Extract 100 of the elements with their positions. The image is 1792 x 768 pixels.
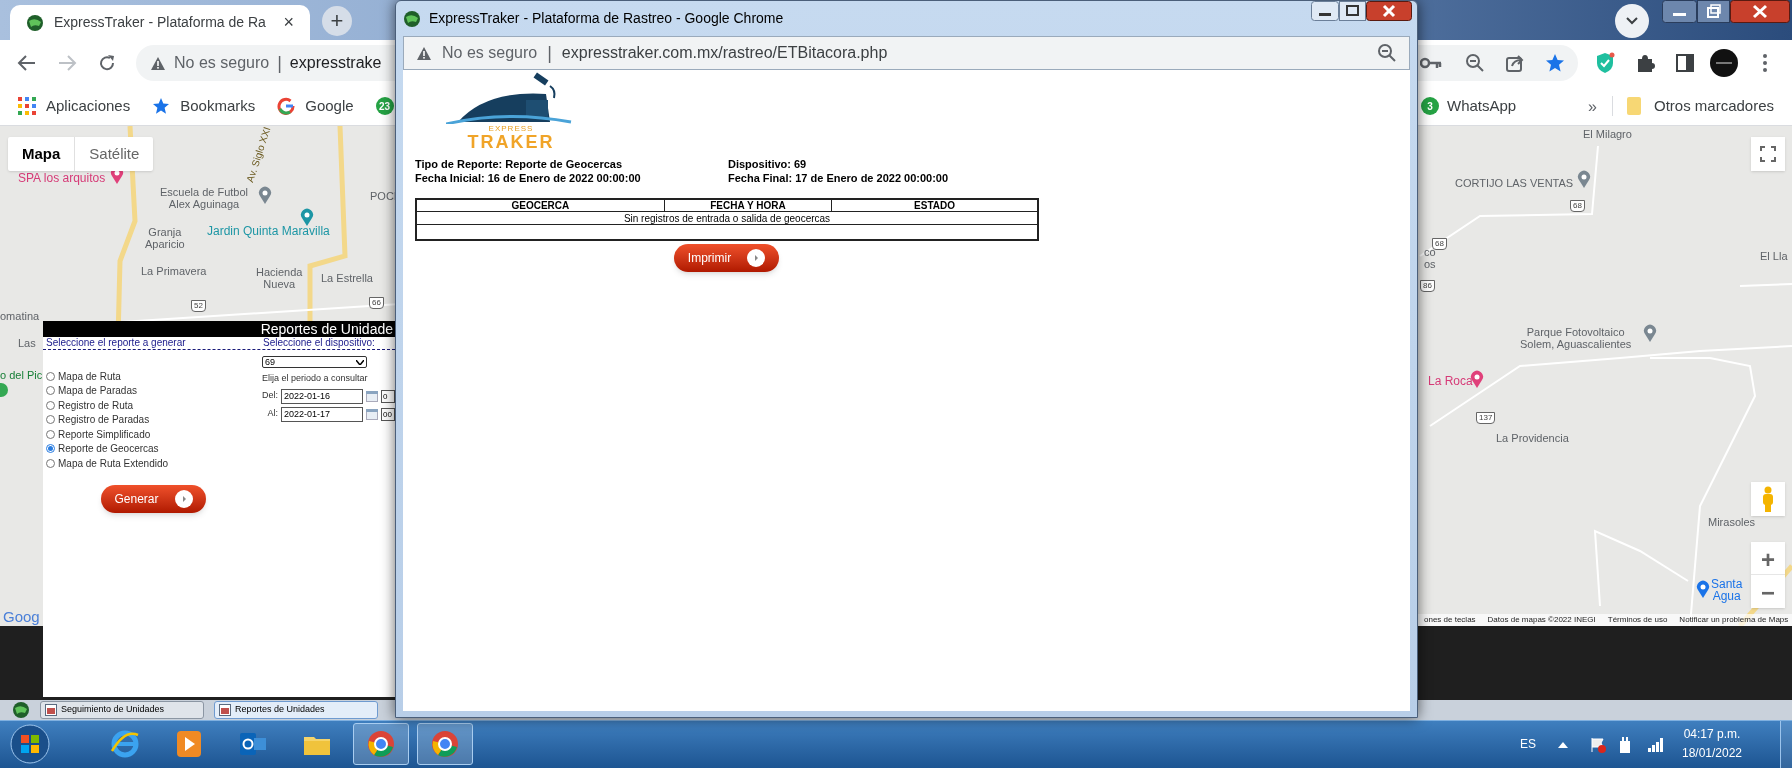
- map-label: Santa Agua: [1711, 578, 1743, 602]
- star-icon: [152, 97, 171, 115]
- radio-button[interactable]: [46, 400, 55, 410]
- minimized-window[interactable]: Seguimiento de Unidades: [40, 701, 204, 719]
- report-option[interactable]: Mapa de Ruta Extendido: [46, 456, 260, 471]
- map-label: Escuela de Futbol Alex Aguinaga: [160, 186, 249, 210]
- map-pin-icon: [1696, 580, 1710, 598]
- minimized-window[interactable]: Reportes de Unidades: [214, 701, 378, 719]
- chevron-down-icon: [356, 359, 364, 365]
- reload-icon[interactable]: [97, 53, 117, 73]
- zoom-out-icon[interactable]: [1377, 43, 1397, 63]
- report-option[interactable]: Reporte Simplificado: [46, 427, 260, 442]
- more-bookmarks-button[interactable]: »: [1588, 95, 1597, 119]
- close-icon[interactable]: [1366, 1, 1412, 21]
- date-field[interactable]: 2022-01-17: [281, 406, 363, 422]
- side-panel-icon[interactable]: [1675, 53, 1695, 73]
- generate-button[interactable]: Generar: [101, 484, 206, 513]
- share-icon[interactable]: [1505, 53, 1525, 73]
- attribution-link[interactable]: Términos de uso: [1601, 614, 1674, 626]
- print-button[interactable]: Imprimir: [674, 243, 779, 272]
- more-menu-icon[interactable]: [1762, 53, 1768, 73]
- route-shield: 137: [1476, 412, 1496, 424]
- window-title: ExpressTraker - Plataforma de Rastreo - Google Chrome: [429, 9, 784, 28]
- map-pin-icon: [1577, 170, 1591, 188]
- map-label: El Milagro: [1583, 128, 1632, 140]
- bookmark[interactable]: Aplicaciones: [18, 94, 131, 118]
- map-type-button[interactable]: Satélite: [75, 137, 154, 171]
- star-icon[interactable]: [1545, 53, 1565, 73]
- chevron-down-icon: [1626, 17, 1638, 25]
- maximize-icon[interactable]: [1339, 1, 1366, 21]
- report-option[interactable]: Reporte de Geocercas: [46, 441, 260, 456]
- notification-badge: 23: [375, 97, 394, 115]
- tab-title: ExpressTraker - Plataforma de Ra: [54, 13, 267, 32]
- close-icon: [1730, 0, 1790, 23]
- tab-search-button[interactable]: [1615, 4, 1649, 38]
- map-label: SPA los arquitos: [18, 172, 106, 184]
- device-select[interactable]: 69: [262, 356, 367, 368]
- start-orb-icon[interactable]: [10, 724, 50, 764]
- section-heading: Seleccione el dispositivo:: [263, 337, 375, 349]
- browser-tab[interactable]: ExpressTraker - Plataforma de Ra ×: [10, 5, 310, 40]
- url-text: expresstraker.com.mx/rastreo/ETBitacora.php: [561, 43, 888, 63]
- map-label: La Providencia: [1496, 432, 1569, 444]
- zoom-out-icon[interactable]: [1465, 53, 1485, 73]
- radio-button[interactable]: [46, 386, 55, 396]
- clock-date: 18/01/2022: [1681, 745, 1743, 762]
- tab-close-button[interactable]: ×: [283, 9, 294, 36]
- taskbar-app-button[interactable]: [353, 723, 409, 765]
- route-shield: 86: [1420, 280, 1435, 292]
- attribution-link[interactable]: Datos de mapas ©2022 INEGI: [1481, 614, 1602, 626]
- signal-bars-icon[interactable]: [1648, 738, 1664, 752]
- map-type-button[interactable]: Mapa: [8, 137, 76, 171]
- zoom-out-button[interactable]: −: [1751, 575, 1785, 608]
- time-field[interactable]: 0: [381, 389, 395, 403]
- period-label: Elija el periodo a consultar: [262, 372, 369, 385]
- bookmark[interactable]: Bookmarks: [152, 94, 256, 118]
- language-indicator[interactable]: ES: [1520, 735, 1536, 753]
- minimize-icon[interactable]: [1311, 1, 1339, 21]
- radio-button[interactable]: [46, 415, 55, 425]
- shield-icon[interactable]: [1595, 52, 1615, 74]
- google-g-icon: [277, 97, 296, 115]
- clock-time: 04:17 p.m.: [1683, 726, 1741, 743]
- time-field[interactable]: 00: [381, 407, 395, 421]
- caret-up-icon[interactable]: [1558, 742, 1568, 748]
- radio-button[interactable]: [46, 371, 55, 381]
- key-icon[interactable]: [1420, 57, 1442, 69]
- radio-button[interactable]: [46, 429, 55, 439]
- flag-icon[interactable]: [1590, 737, 1606, 753]
- report-option[interactable]: Mapa de Paradas: [46, 383, 260, 398]
- map-label: Av. Siglo XXI: [244, 126, 274, 184]
- map-pin-icon: [1643, 324, 1657, 342]
- map-pin-icon: [258, 186, 272, 204]
- taskbar-app-button[interactable]: [417, 723, 473, 765]
- bookmark[interactable]: Google: [277, 94, 354, 118]
- logo-text: TRAKER: [467, 133, 555, 151]
- radio-button[interactable]: [46, 444, 55, 454]
- bookmark[interactable]: WhatsApp: [1447, 94, 1517, 118]
- report-option[interactable]: Registro de Ruta: [46, 398, 260, 413]
- warning-icon: [416, 45, 432, 61]
- browser-circle-icon: [430, 729, 460, 759]
- report-option[interactable]: Mapa de Ruta: [46, 369, 260, 384]
- date-field[interactable]: 2022-01-16: [281, 388, 363, 404]
- attribution-link[interactable]: Notificar un problema de Maps: [1673, 614, 1792, 626]
- apps-grid-icon: [18, 97, 36, 115]
- restore-icon: [1697, 0, 1730, 23]
- fullscreen-button[interactable]: [1751, 137, 1785, 171]
- new-tab-button[interactable]: +: [322, 6, 352, 36]
- report-option[interactable]: Registro de Paradas: [46, 412, 260, 427]
- radio-button[interactable]: [46, 458, 55, 468]
- back-arrow-icon[interactable]: [17, 53, 37, 73]
- clock[interactable]: 04:17 p.m. 18/01/2022: [1672, 725, 1752, 763]
- zoom-in-button[interactable]: +: [1751, 542, 1785, 575]
- avatar-icon[interactable]: [1710, 49, 1738, 77]
- puzzle-icon[interactable]: [1635, 53, 1655, 73]
- power-plug-icon[interactable]: [1618, 736, 1632, 754]
- map-label: Parque Fotovoltaico Solem, Aguascalientes: [1520, 326, 1632, 350]
- fullscreen-icon: [1760, 146, 1776, 162]
- map-label: El Lla: [1760, 250, 1788, 262]
- show-desktop-button[interactable]: [1780, 721, 1792, 768]
- column-header: GEOCERCA: [416, 199, 665, 212]
- bookmark-folder[interactable]: Otros marcadores: [1626, 86, 1775, 126]
